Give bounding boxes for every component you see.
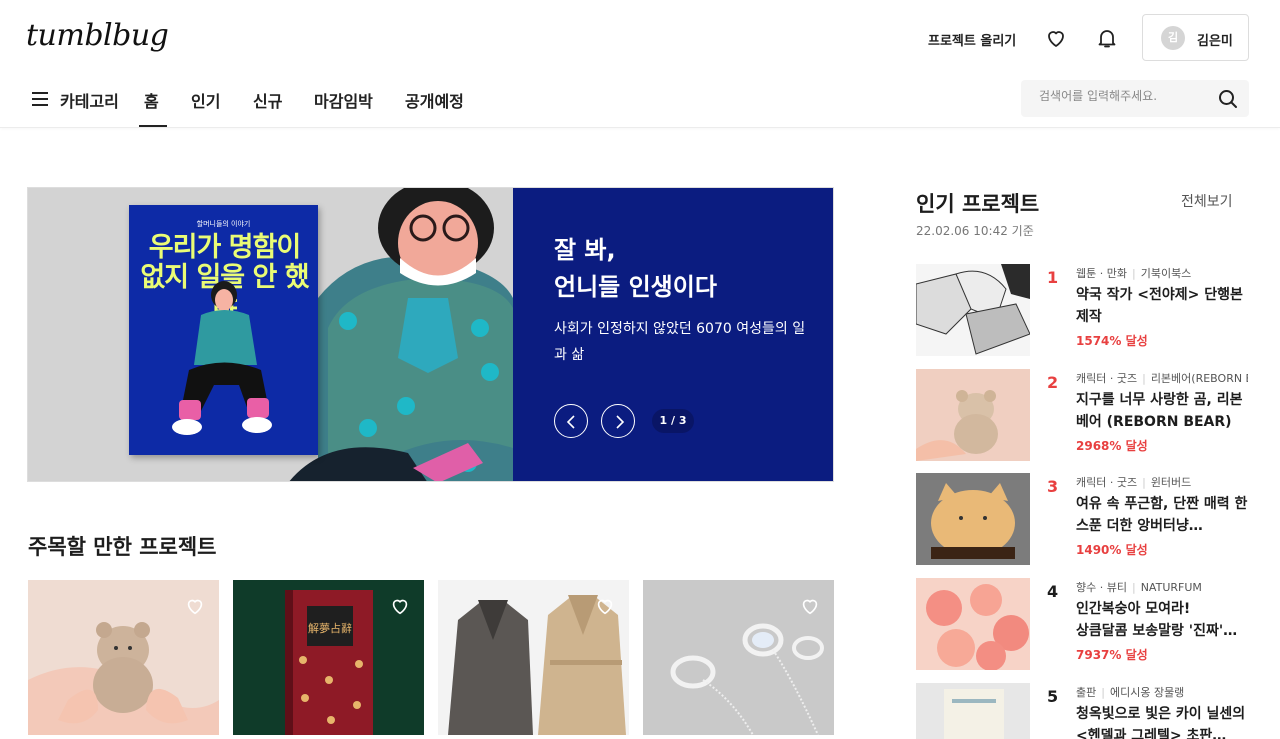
popular-meta: 웹툰 · 만화 | 기북이북스 bbox=[1076, 267, 1192, 280]
banner-title: 잘 봐, 언니들 인생이다 bbox=[554, 232, 814, 306]
banner-title-line-1: 잘 봐, bbox=[554, 236, 616, 264]
wishlist-heart-icon[interactable] bbox=[1044, 26, 1068, 50]
banner-description: 사회가 인정하지 않았던 6070 여성들의 일과 삶 bbox=[554, 321, 806, 363]
banner-prev-button[interactable] bbox=[554, 404, 588, 438]
popular-project-name[interactable]: 청옥빛으로 빛은 카이 닐센의 <헨델과 그레텔> 초판… bbox=[1076, 703, 1248, 739]
popular-meta: 캐릭터 · 굿즈 | 윈터버드 bbox=[1076, 476, 1192, 489]
popular-funding-rate: 1574% 달성 bbox=[1076, 334, 1148, 348]
nav-tab-new[interactable]: 신규 bbox=[253, 88, 282, 112]
nav-tab-closing-soon[interactable]: 마감임박 bbox=[314, 88, 373, 112]
popular-meta: 캐릭터 · 굿즈|리본베어(REBORN BEAR) bbox=[1076, 370, 1248, 386]
popular-funding-rate: 2968% 달성 bbox=[1076, 439, 1148, 453]
tumblbug-logo[interactable]: tumblbug bbox=[26, 18, 169, 53]
hamburger-menu-icon[interactable] bbox=[30, 90, 50, 108]
popular-rank: 5 bbox=[1047, 687, 1059, 706]
popular-meta: 출판 | 에디시옹 장물랭 bbox=[1076, 686, 1185, 699]
popular-category: 출판 bbox=[1076, 686, 1097, 699]
popular-item-thumbnail bbox=[916, 264, 1030, 356]
popular-section-title: 인기 프로젝트 bbox=[916, 192, 1040, 216]
popular-category: 향수 · 뷰티 bbox=[1076, 581, 1127, 594]
popular-project-name[interactable]: 여유 속 푸근함, 단짠 매력 한스푼 더한 앙버터냥… bbox=[1076, 493, 1248, 537]
popular-category: 캐릭터 · 굿즈 bbox=[1076, 372, 1138, 385]
chevron-left-icon bbox=[566, 415, 575, 429]
top-header: tumblbug 프로젝트 올리기 김 김은미 카테고리 홈 인기 신규 마감임… bbox=[0, 0, 1280, 128]
popular-item[interactable]: 5 출판 | 에디시옹 장물랭 청옥빛으로 빛은 카이 닐센의 <헨델과 그레텔> … bbox=[916, 683, 1250, 739]
popular-timestamp: 22.02.06 10:42 기준 bbox=[916, 224, 1034, 238]
banner-title-line-2: 언니들 인생이다 bbox=[554, 273, 717, 301]
popular-rank: 2 bbox=[1047, 373, 1059, 392]
banner-illustration: 할머니들의 이야기 우리가 명함이 없지 일을 안 했냐 bbox=[28, 188, 513, 481]
banner-page-counter: 1 / 3 bbox=[652, 409, 694, 433]
card-heart-icon[interactable] bbox=[594, 595, 616, 617]
search-bar bbox=[1021, 80, 1249, 117]
popular-rank: 1 bbox=[1047, 268, 1059, 287]
banner-next-button[interactable] bbox=[601, 404, 635, 438]
featured-card[interactable] bbox=[28, 580, 219, 735]
popular-creator: 에디시옹 장물랭 bbox=[1109, 686, 1185, 699]
popular-funding-rate: 7937% 달성 bbox=[1076, 648, 1148, 662]
popular-rank: 3 bbox=[1047, 477, 1059, 496]
view-all-link[interactable]: 전체보기 bbox=[1181, 191, 1233, 211]
popular-item-thumbnail bbox=[916, 683, 1030, 739]
card-heart-icon[interactable] bbox=[184, 595, 206, 617]
nav-tab-upcoming[interactable]: 공개예정 bbox=[405, 88, 464, 112]
popular-rank: 4 bbox=[1047, 582, 1059, 601]
chevron-right-icon bbox=[616, 415, 625, 429]
banner-text-panel: 잘 봐, 언니들 인생이다 사회가 인정하지 않았던 6070 여성들의 일과 … bbox=[513, 188, 833, 481]
book-cover-text: 解夢占辭 bbox=[308, 621, 352, 635]
nav-category[interactable]: 카테고리 bbox=[60, 88, 119, 112]
popular-meta: 향수 · 뷰티 | NATURFUM bbox=[1076, 581, 1202, 594]
popular-item[interactable]: 2 캐릭터 · 굿즈|리본베어(REBORN BEAR) 지구를 너무 사랑한 … bbox=[916, 369, 1250, 461]
notification-bell-icon[interactable] bbox=[1095, 26, 1119, 50]
featured-section-title: 주목할 만한 프로젝트 bbox=[28, 535, 217, 559]
popular-category: 웹툰 · 만화 bbox=[1076, 267, 1127, 280]
popular-item-thumbnail bbox=[916, 473, 1030, 565]
popular-creator: 기북이북스 bbox=[1140, 267, 1192, 280]
card-heart-icon[interactable] bbox=[799, 595, 821, 617]
popular-creator: 윈터버드 bbox=[1150, 476, 1192, 489]
card-heart-icon[interactable] bbox=[389, 595, 411, 617]
user-profile-button[interactable]: 김 김은미 bbox=[1142, 14, 1249, 61]
popular-funding-rate: 1490% 달성 bbox=[1076, 543, 1148, 557]
search-icon[interactable] bbox=[1217, 88, 1239, 110]
avatar: 김 bbox=[1161, 26, 1185, 50]
featured-card[interactable]: 解夢占辭 bbox=[233, 580, 424, 735]
hero-banner[interactable]: 할머니들의 이야기 우리가 명함이 없지 일을 안 했냐 잘 봐, 언니들 인생… bbox=[27, 187, 834, 482]
popular-item[interactable]: 4 향수 · 뷰티 | NATURFUM 인간복숭아 모여라! 상큼달콤 보송말랑 … bbox=[916, 578, 1250, 670]
upload-project-link[interactable]: 프로젝트 올리기 bbox=[928, 30, 1016, 49]
nav-tab-home[interactable]: 홈 bbox=[144, 88, 159, 112]
nav-tab-popular[interactable]: 인기 bbox=[191, 88, 220, 112]
popular-creator: NATURFUM bbox=[1140, 581, 1202, 594]
active-tab-indicator bbox=[139, 125, 167, 127]
popular-item[interactable]: 1 웹툰 · 만화 | 기북이북스 약국 작가 <전야제> 단행본 제작 1574%… bbox=[916, 264, 1250, 356]
popular-category: 캐릭터 · 굿즈 bbox=[1076, 476, 1138, 489]
popular-item-thumbnail bbox=[916, 578, 1030, 670]
popular-item-thumbnail bbox=[916, 369, 1030, 461]
user-name: 김은미 bbox=[1197, 34, 1233, 49]
popular-project-name[interactable]: 지구를 너무 사랑한 곰, 리본베어 (REBORN BEAR) bbox=[1076, 389, 1248, 433]
popular-project-name[interactable]: 약국 작가 <전야제> 단행본 제작 bbox=[1076, 284, 1248, 328]
featured-card[interactable] bbox=[643, 580, 834, 735]
featured-card[interactable] bbox=[438, 580, 629, 735]
popular-project-name[interactable]: 인간복숭아 모여라! 상큼달콤 보송말랑 '진짜'… bbox=[1076, 598, 1248, 642]
search-input[interactable] bbox=[1039, 89, 1209, 103]
popular-creator: 리본베어(REBORN BEAR) bbox=[1150, 372, 1248, 385]
popular-item[interactable]: 3 캐릭터 · 굿즈 | 윈터버드 여유 속 푸근함, 단짠 매력 한스푼 더한 앙… bbox=[916, 473, 1250, 565]
book-cover: 할머니들의 이야기 우리가 명함이 없지 일을 안 했냐 bbox=[129, 205, 318, 455]
